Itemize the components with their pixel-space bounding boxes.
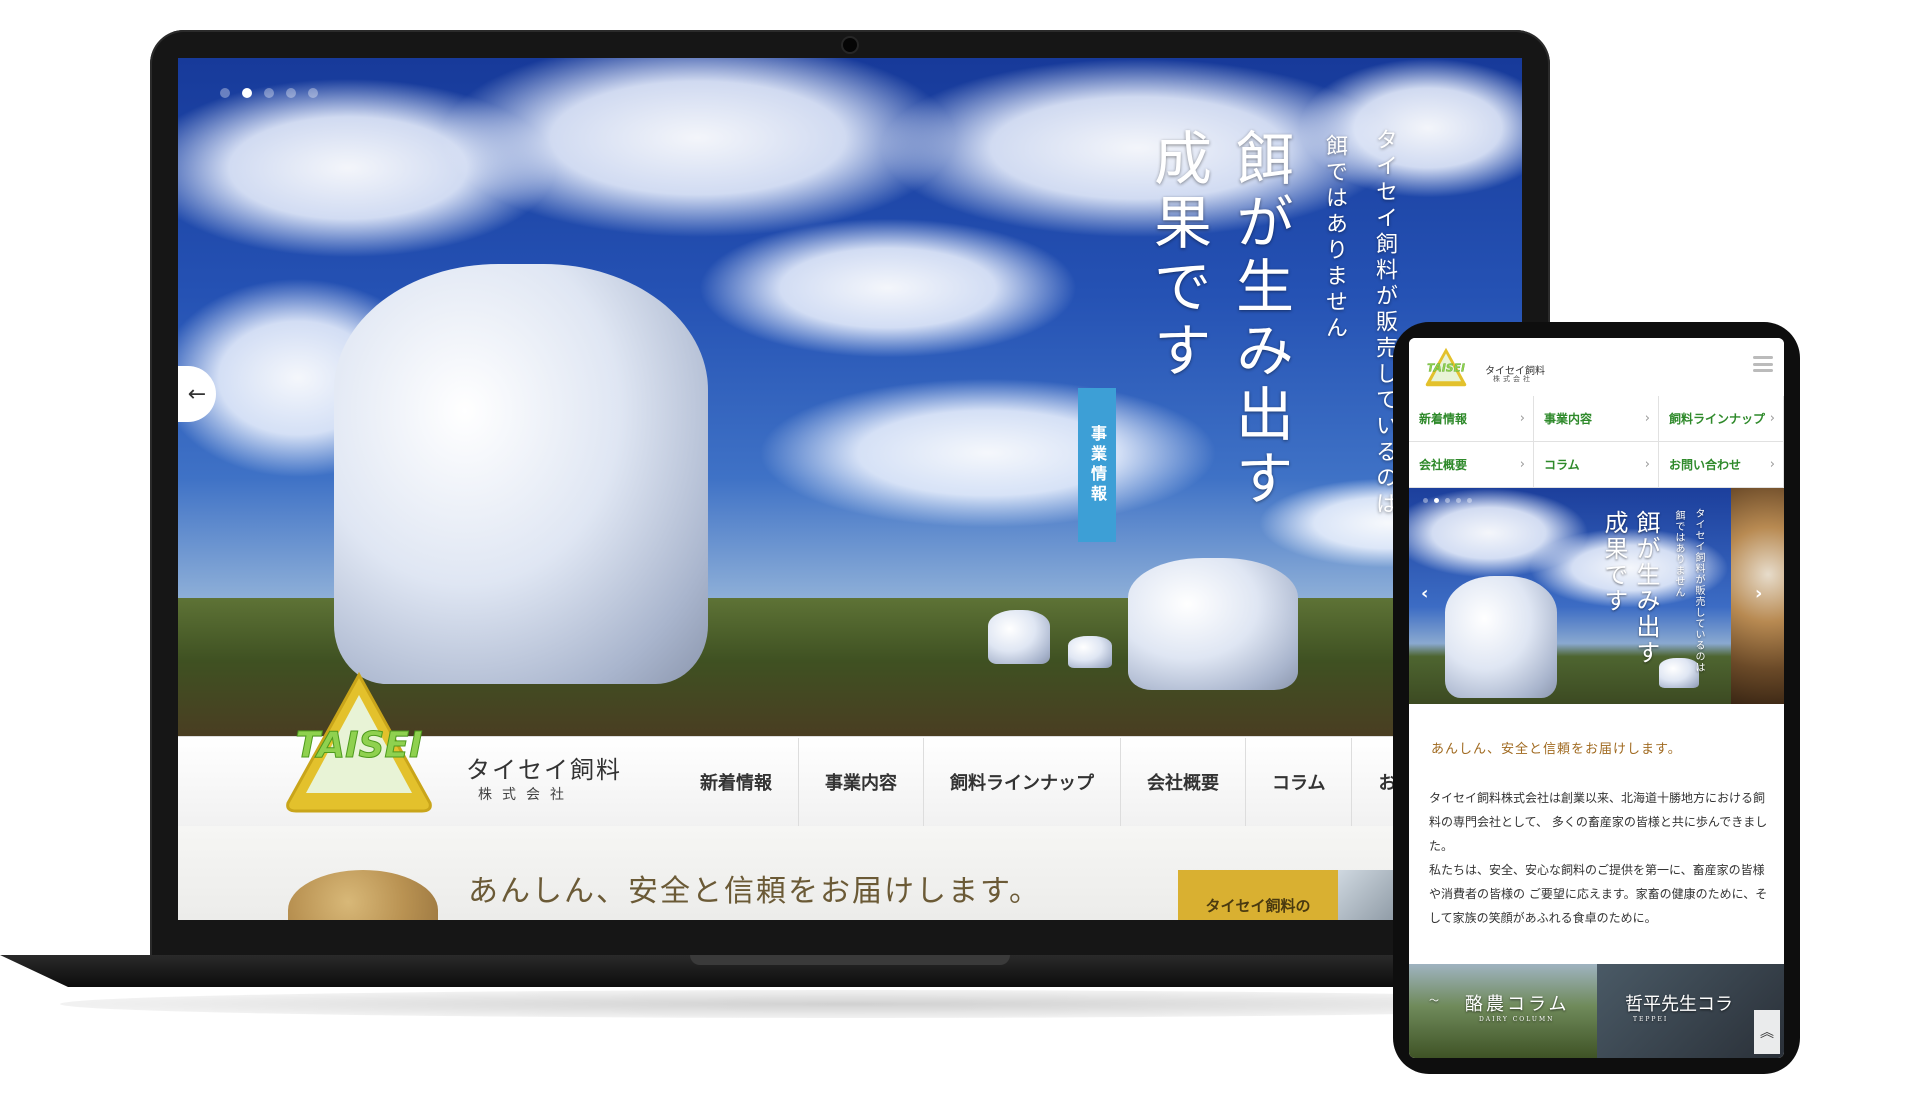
pulse-icon: 〜 — [1429, 996, 1439, 1007]
cloud — [698, 218, 1078, 358]
slider-dot[interactable] — [264, 88, 274, 98]
hero-headline-2: 成果です — [1144, 128, 1212, 384]
hero-subline-2: 餌ではありません — [1673, 510, 1684, 598]
taisei-logo-icon[interactable]: TAISEI — [282, 669, 436, 817]
hay-bale — [1068, 636, 1112, 668]
column-subtitle: TEPPEI — [1633, 1016, 1669, 1023]
nav-company[interactable]: 会社概要 — [1120, 738, 1245, 826]
scroll-top-icon[interactable]: ︽ — [1754, 1010, 1780, 1054]
nav-business[interactable]: 事業内容 — [798, 738, 923, 826]
phone-nav-grid: 新着情報 › 事業内容 › 飼料ラインナップ › 会社概要 › コラム › お問い合わせ › — [1409, 396, 1784, 488]
phone-nav-column[interactable]: コラム › — [1534, 442, 1659, 488]
laptop-notch — [690, 955, 1010, 965]
business-info-button[interactable]: 事業情報 — [1078, 388, 1116, 542]
phone-hero-slider: タイセイ飼料が販売しているのは 餌ではありません 餌が生み出す 成果です ‹ — [1409, 488, 1784, 704]
feed-photo: › — [1731, 488, 1784, 704]
promo-photo — [1338, 870, 1398, 920]
dairy-column-banner[interactable]: 〜 酪農コラム DAIRY COLUMN — [1409, 964, 1597, 1058]
laptop-camera — [843, 38, 857, 52]
promo-banner[interactable]: タイセイ飼料の — [1178, 870, 1338, 920]
hay-bale — [1128, 558, 1298, 690]
slider-dot-active[interactable] — [1434, 498, 1439, 503]
hero-subline-1: タイセイ飼料が販売しているのは — [1693, 508, 1704, 673]
taisei-logo-icon[interactable]: TAISEI — [1423, 346, 1469, 388]
phone-nav-contact[interactable]: お問い合わせ › — [1659, 442, 1784, 488]
main-nav: 新着情報 事業内容 飼料ラインナップ 会社概要 コラム お — [674, 738, 1422, 826]
slider-dot[interactable] — [308, 88, 318, 98]
nav-column[interactable]: コラム — [1245, 738, 1351, 826]
brand-subtitle: 株式会社 — [1493, 375, 1533, 383]
phone-nav-feed-lineup[interactable]: 飼料ラインナップ › — [1659, 396, 1784, 442]
slider-dots — [220, 88, 318, 98]
hay-bale — [334, 264, 708, 684]
intro-tagline: あんしん、安全と信頼をお届けします。 — [468, 874, 1041, 909]
brand-subtitle: 株式会社 — [478, 787, 574, 803]
column-title: 哲平先生コラ — [1625, 994, 1733, 1015]
intro-body: タイセイ飼料株式会社は創業以来、北海道十勝地方における飼料の専門会社として、 多… — [1429, 786, 1769, 930]
nav-news[interactable]: 新着情報 — [674, 738, 798, 826]
logo-text: TAISEI — [296, 725, 423, 766]
chevron-right-icon: › — [1644, 411, 1650, 426]
slider-dot[interactable] — [1467, 498, 1472, 503]
slider-dot[interactable] — [1456, 498, 1461, 503]
slider-dot[interactable] — [220, 88, 230, 98]
slider-dot[interactable] — [1423, 498, 1428, 503]
hamburger-menu-icon[interactable] — [1753, 356, 1773, 372]
column-subtitle: DAIRY COLUMN — [1479, 1016, 1555, 1023]
logo-text: TAISEI — [1427, 362, 1465, 375]
nav-feed-lineup[interactable]: 飼料ラインナップ — [923, 738, 1120, 826]
hero-headline-1: 餌が生み出す — [1632, 510, 1660, 666]
laptop-screen: ← タイセイ飼料が販売しているのは 餌ではありません 餌が生み出す 成果です 事… — [178, 58, 1522, 920]
hero-slider: ← タイセイ飼料が販売しているのは 餌ではありません 餌が生み出す 成果です 事… — [178, 58, 1522, 736]
phone-nav-news[interactable]: 新着情報 › — [1409, 396, 1534, 442]
hay-bale — [1445, 576, 1557, 698]
intro-paragraph: 私たちは、安全、安心な飼料のご提供を第一に、畜産家の皆様や消費者の皆様の ご要望… — [1429, 863, 1768, 925]
slider-dot-active[interactable] — [242, 88, 252, 98]
chevron-right-icon: › — [1519, 411, 1525, 426]
phone-nav-business[interactable]: 事業内容 › — [1534, 396, 1659, 442]
phone-nav-company[interactable]: 会社概要 › — [1409, 442, 1534, 488]
slider-dot[interactable] — [1445, 498, 1450, 503]
hero-subline-2: 餌ではありません — [1322, 134, 1347, 342]
slider-prev-arrow-icon[interactable]: ‹ — [1421, 583, 1428, 604]
hay-bale — [988, 610, 1050, 664]
cloud — [758, 378, 1218, 528]
column-title: 酪農コラム — [1465, 994, 1570, 1015]
intro-tagline: あんしん、安全と信頼をお届けします。 — [1431, 742, 1682, 757]
slider-dot[interactable] — [286, 88, 296, 98]
chevron-right-icon: › — [1519, 457, 1525, 472]
hero-headline-1: 餌が生み出す — [1226, 128, 1294, 512]
phone-screen: TAISEI タイセイ飼料 株式会社 新着情報 › 事業内容 › 飼料ラインナップ ›… — [1409, 338, 1784, 1058]
chevron-right-icon: › — [1644, 457, 1650, 472]
chevron-right-icon: › — [1769, 411, 1775, 426]
hero-headline-2: 成果です — [1600, 510, 1628, 614]
slider-dots — [1423, 498, 1472, 503]
chevron-right-icon: › — [1769, 457, 1775, 472]
slider-next-arrow-icon[interactable]: › — [1755, 583, 1762, 604]
brand-name: タイセイ飼料 — [466, 756, 622, 784]
intro-paragraph: タイセイ飼料株式会社は創業以来、北海道十勝地方における飼料の専門会社として、 多… — [1429, 791, 1768, 853]
